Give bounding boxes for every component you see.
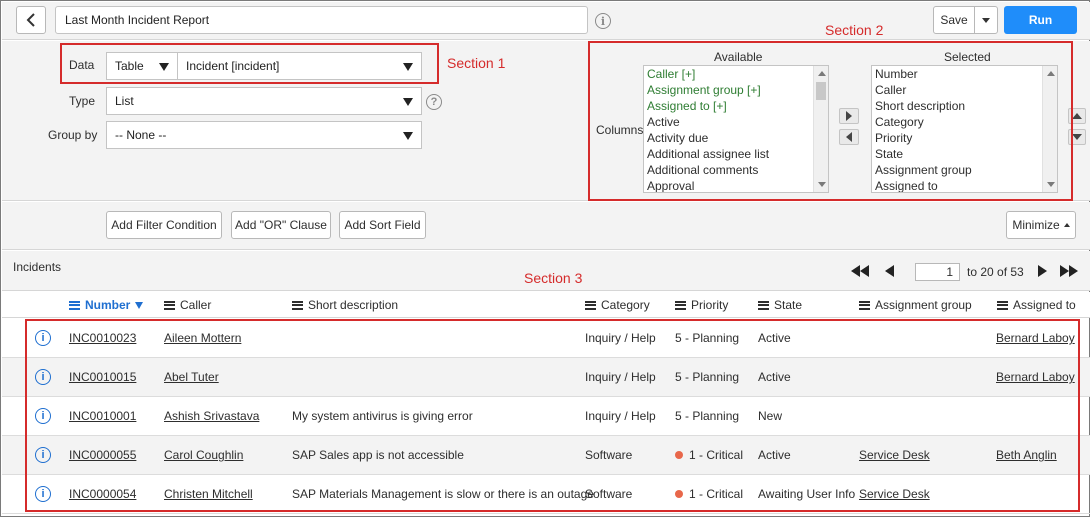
column-menu-icon[interactable] — [585, 300, 596, 310]
filter-bar: Add Filter Condition Add "OR" Clause Add… — [2, 202, 1090, 250]
type-select[interactable]: List — [106, 87, 422, 115]
run-button[interactable]: Run — [1004, 6, 1077, 34]
section-2-label: Section 2 — [825, 22, 884, 38]
column-menu-icon[interactable] — [164, 300, 175, 310]
group-by-select[interactable]: -- None -- — [106, 121, 422, 149]
add-filter-condition-button[interactable]: Add Filter Condition — [106, 211, 222, 239]
next-page-button[interactable] — [1038, 265, 1047, 277]
caret-up-icon — [1063, 223, 1070, 227]
group-by-label: Group by — [48, 128, 98, 142]
minimize-label: Minimize — [1012, 218, 1060, 232]
column-header-state[interactable]: State — [758, 298, 802, 312]
column-menu-icon[interactable] — [675, 300, 686, 310]
column-header-assignment-group[interactable]: Assignment group — [859, 298, 972, 312]
caret-down-icon — [403, 132, 413, 140]
column-header-label: Assignment group — [875, 298, 972, 312]
column-header-label: Assigned to — [1013, 298, 1076, 312]
save-options-button[interactable] — [974, 6, 998, 34]
help-icon[interactable]: ? — [426, 94, 442, 110]
column-header-assigned-to[interactable]: Assigned to — [997, 298, 1076, 312]
page-range-text: to 20 of 53 — [967, 265, 1024, 279]
section-2-highlight — [588, 41, 1073, 201]
next-page-icon — [1038, 265, 1047, 277]
column-header-label: Priority — [691, 298, 729, 312]
last-page-icon — [1060, 265, 1069, 277]
last-page-button[interactable] — [1060, 265, 1078, 277]
table-header-row: Number Caller Short description Category… — [2, 292, 1090, 318]
section-1-label: Section 1 — [447, 55, 506, 71]
first-page-icon — [851, 265, 860, 277]
section-3-highlight — [25, 319, 1080, 512]
group-by-value: -- None -- — [115, 128, 167, 142]
column-header-label: Short description — [308, 298, 399, 312]
column-header-short-description[interactable]: Short description — [292, 298, 398, 312]
column-menu-icon[interactable] — [859, 300, 870, 310]
column-menu-icon[interactable] — [69, 300, 80, 310]
column-menu-icon[interactable] — [997, 300, 1008, 310]
first-page-button[interactable] — [851, 265, 869, 277]
arrow-up-icon — [1072, 113, 1082, 119]
column-header-number[interactable]: Number — [69, 298, 144, 312]
add-or-clause-button[interactable]: Add "OR" Clause — [231, 211, 331, 239]
report-builder-window: Last Month Incident Report i Save Run Da… — [0, 0, 1090, 517]
arrow-down-icon — [1072, 134, 1082, 140]
column-header-label: Number — [85, 298, 131, 312]
sort-descending-icon — [135, 301, 144, 309]
section-3-label: Section 3 — [524, 270, 583, 286]
info-icon[interactable]: i — [595, 13, 611, 29]
column-header-category[interactable]: Category — [585, 298, 650, 312]
column-menu-icon[interactable] — [758, 300, 769, 310]
column-header-label: Caller — [180, 298, 212, 312]
results-title: Incidents — [13, 260, 62, 274]
section-1-highlight — [60, 43, 439, 84]
save-button[interactable]: Save — [933, 6, 975, 34]
column-header-priority[interactable]: Priority — [675, 298, 728, 312]
report-title-input[interactable]: Last Month Incident Report — [55, 6, 588, 34]
column-header-caller[interactable]: Caller — [164, 298, 211, 312]
previous-page-icon — [885, 265, 894, 277]
column-menu-icon[interactable] — [292, 300, 303, 310]
column-header-label: State — [774, 298, 803, 312]
column-header-label: Category — [601, 298, 650, 312]
type-value: List — [115, 94, 134, 108]
caret-down-icon — [982, 17, 990, 23]
top-bar: Last Month Incident Report i Save Run — [2, 2, 1090, 40]
type-label: Type — [69, 94, 96, 108]
previous-page-button[interactable] — [885, 265, 894, 277]
minimize-button[interactable]: Minimize — [1006, 211, 1076, 239]
add-sort-field-button[interactable]: Add Sort Field — [339, 211, 426, 239]
page-number-input[interactable]: 1 — [915, 263, 960, 281]
back-button[interactable] — [16, 6, 46, 34]
caret-down-icon — [403, 98, 413, 106]
chevron-left-icon — [26, 13, 35, 27]
